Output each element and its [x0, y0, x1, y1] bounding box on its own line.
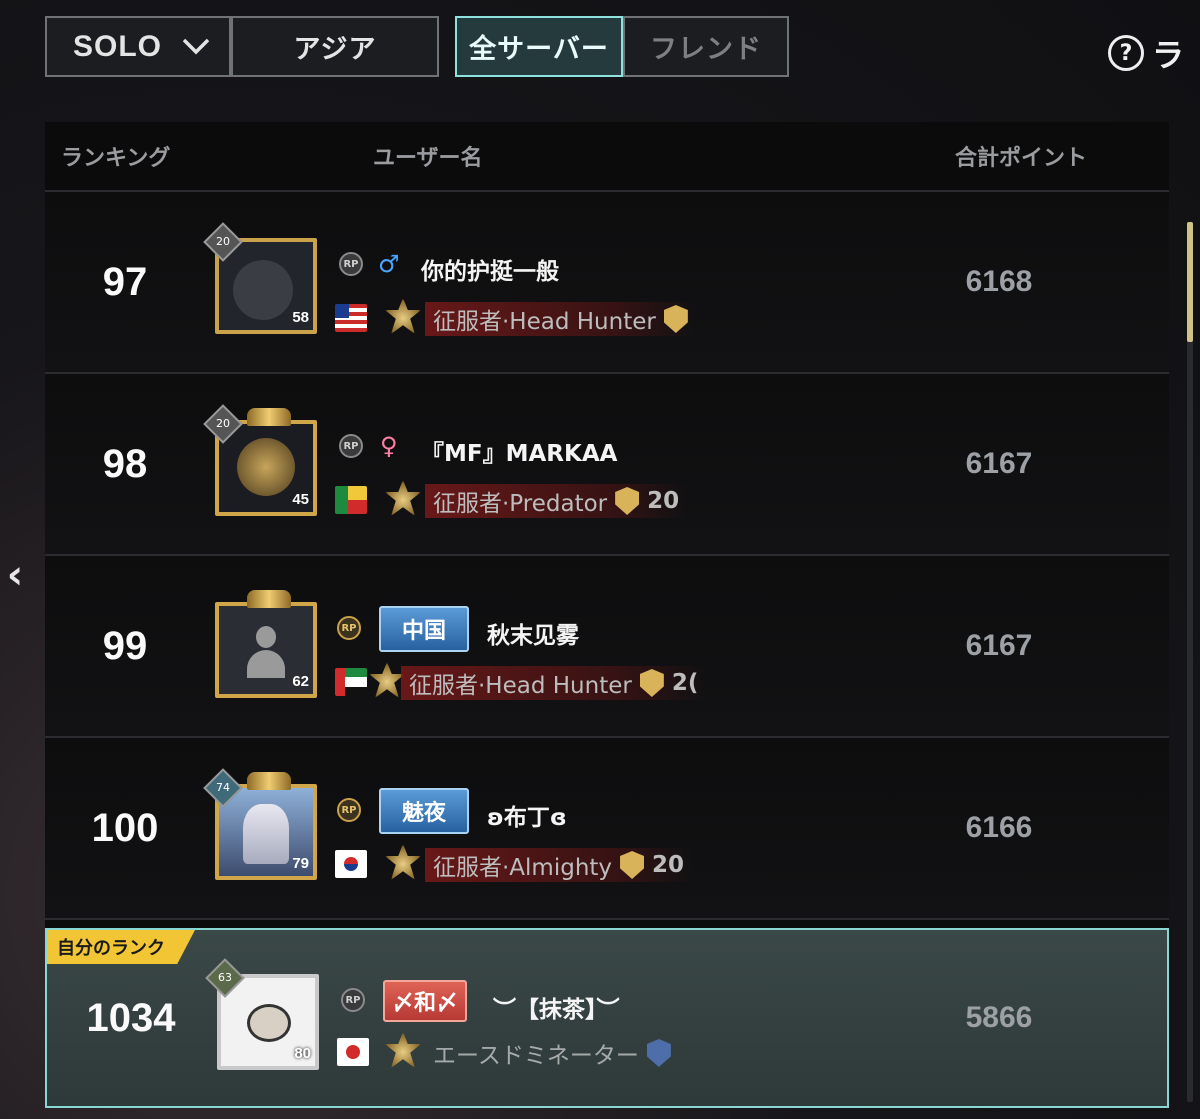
- flag-icon: [335, 668, 367, 696]
- shield-icon: [615, 487, 640, 515]
- player-title: 征服者·Almighty 20: [425, 848, 693, 882]
- tier-badge: 20: [203, 404, 243, 444]
- table-row[interactable]: 100 74 79 RP 魅夜 ʚ布丁ɞ 征服者·Almighty 20 616…: [45, 738, 1169, 920]
- shield-icon: [639, 669, 664, 697]
- rank-number: 1034: [86, 995, 176, 1040]
- table-header: ランキング ユーザー名 合計ポイント: [45, 122, 1169, 192]
- table-row[interactable]: 99 62 RP 中国 秋末见雾 征服者·Head Hunter 2( 6167: [45, 556, 1169, 738]
- mode-label: SOLO: [73, 29, 163, 63]
- player-name[interactable]: 你的护挺一般: [421, 252, 559, 286]
- question-circle-icon: ?: [1108, 35, 1144, 71]
- tier-badge: 20: [203, 222, 243, 262]
- shield-icon: [663, 305, 688, 333]
- player-name[interactable]: ʚ布丁ɞ: [487, 798, 567, 832]
- avatar[interactable]: 74 79: [203, 768, 317, 880]
- gender-icon: ♂: [378, 250, 400, 278]
- team-tag: 魅夜: [379, 788, 469, 834]
- header-rank: ランキング: [61, 146, 171, 171]
- table-row[interactable]: 97 20 58 RP ♂ 你的护挺一般 征服者·Head Hunter 616…: [45, 192, 1169, 374]
- avatar-level: 62: [292, 673, 309, 690]
- team-tag: 中国: [379, 606, 469, 652]
- rp-icon: RP: [337, 798, 361, 822]
- player-name: ︶【抹茶】︶: [493, 997, 620, 1023]
- player-title: 征服者·Head Hunter: [425, 302, 696, 336]
- leaderboard-table: ランキング ユーザー名 合計ポイント 97 20 58 RP ♂ 你的护挺一般 …: [45, 122, 1169, 1108]
- ace-dominator-badge-icon: [385, 1032, 421, 1068]
- player-title: エースドミネーター: [425, 1036, 679, 1070]
- header-user: ユーザー名: [373, 146, 483, 171]
- avatar-level: 79: [292, 855, 309, 872]
- player-name[interactable]: 『MF』MARKAA: [421, 434, 617, 468]
- avatar-level: 45: [292, 491, 309, 508]
- rp-icon: RP: [337, 616, 361, 640]
- tier-badge: 74: [203, 768, 243, 808]
- team-tag: 〆和〆: [383, 980, 467, 1022]
- chevron-left-icon[interactable]: ‹: [0, 540, 30, 610]
- conqueror-badge-icon: [385, 844, 421, 880]
- player-name[interactable]: 秋末见雾: [487, 616, 579, 650]
- flag-icon: [335, 850, 367, 878]
- avatar[interactable]: 63 80: [205, 958, 319, 1070]
- mode-dropdown[interactable]: SOLO: [45, 16, 231, 77]
- scrollbar-track[interactable]: [1187, 222, 1193, 1102]
- rp-icon: RP: [339, 252, 363, 276]
- rank-number: 98: [102, 441, 148, 486]
- scrollbar-thumb[interactable]: [1187, 222, 1193, 342]
- rp-icon: RP: [341, 988, 365, 1012]
- help-label: ラ: [1152, 36, 1185, 74]
- total-points: 5866: [965, 1001, 1033, 1034]
- my-rank-row[interactable]: 自分のランク 1034 63 80 RP 〆和〆 ︶【抹茶】︶ エースドミネータ…: [45, 928, 1169, 1108]
- flag-icon: [335, 486, 367, 514]
- shield-icon: [646, 1039, 671, 1067]
- flag-icon: [335, 304, 367, 332]
- avatar-level: 80: [294, 1045, 311, 1062]
- conqueror-badge-icon: [385, 480, 421, 516]
- rp-icon: RP: [339, 434, 363, 458]
- player-title: 征服者·Head Hunter 2(: [401, 666, 707, 700]
- conqueror-badge-icon: [385, 298, 421, 334]
- avatar[interactable]: 20 58: [203, 222, 317, 334]
- help-button[interactable]: ? ラ: [1108, 30, 1184, 76]
- total-points: 6167: [965, 447, 1033, 480]
- rank-number: 100: [91, 805, 159, 850]
- table-row[interactable]: 98 20 45 RP ♀ 『MF』MARKAA 征服者·Predator 20…: [45, 374, 1169, 556]
- avatar[interactable]: 62: [215, 590, 317, 698]
- rank-number: 99: [102, 623, 148, 668]
- total-points: 6166: [965, 811, 1033, 844]
- flag-icon: [337, 1038, 369, 1066]
- chevron-down-icon: [181, 30, 211, 64]
- total-points: 6168: [965, 265, 1033, 298]
- default-avatar-icon: [245, 624, 287, 678]
- filter-bar: SOLO アジア 全サーバー フレンド: [45, 16, 789, 78]
- rank-number: 97: [102, 259, 148, 304]
- total-points: 6167: [965, 629, 1033, 662]
- region-button[interactable]: アジア: [231, 16, 439, 77]
- tab-friends[interactable]: フレンド: [623, 16, 789, 77]
- shield-icon: [620, 851, 645, 879]
- avatar[interactable]: 20 45: [203, 404, 317, 516]
- header-points: 合計ポイント: [955, 146, 1088, 171]
- gender-icon: ♀: [380, 432, 398, 460]
- avatar-level: 58: [292, 309, 309, 326]
- tab-all-servers[interactable]: 全サーバー: [455, 16, 623, 77]
- player-title: 征服者·Predator 20: [425, 484, 688, 518]
- tier-badge: 63: [205, 958, 245, 998]
